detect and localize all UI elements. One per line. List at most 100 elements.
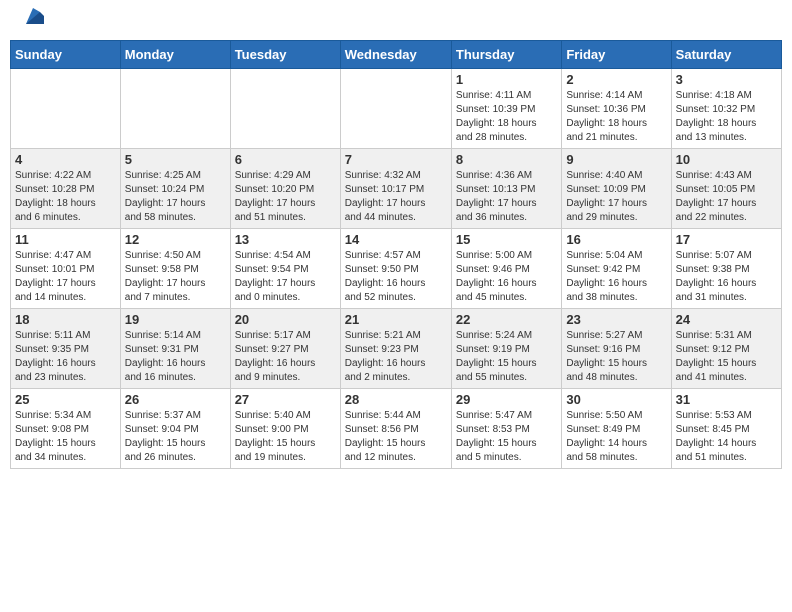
day-number: 18 (15, 312, 116, 327)
calendar-cell: 3Sunrise: 4:18 AM Sunset: 10:32 PM Dayli… (671, 69, 781, 149)
calendar-cell: 5 Sunrise: 4:25 AM Sunset: 10:24 PM Dayli… (120, 149, 230, 229)
day-number: 23 (566, 312, 666, 327)
day-info: Sunrise: 4:14 AM Sunset: 10:36 PM Daylig… (566, 89, 666, 145)
day-header-friday: Friday (562, 41, 671, 69)
day-number: 20 (235, 312, 336, 327)
calendar-cell: 18 Sunrise: 5:11 AM Sunset: 9:35 PM Dayli… (11, 309, 121, 389)
day-info: Sunrise: 5:37 AM Sunset: 9:04 PM Dayligh… (125, 409, 226, 465)
day-info: Sunrise: 5:34 AM Sunset: 9:08 PM Dayligh… (15, 409, 116, 465)
calendar-cell: 4Sunrise: 4:22 AM Sunset: 10:28 PM Dayli… (11, 149, 121, 229)
calendar-cell: 11 Sunrise: 4:47 AM Sunset: 10:01 PM Dayl… (11, 229, 121, 309)
day-header-wednesday: Wednesday (340, 41, 451, 69)
day-number: 26 (125, 392, 226, 407)
calendar-cell: 12 Sunrise: 4:50 AM Sunset: 9:58 PM Dayli… (120, 229, 230, 309)
day-info: Sunrise: 4:43 AM Sunset: 10:05 PM Daylig… (676, 169, 777, 225)
day-info: Sunrise: 4:18 AM Sunset: 10:32 PM Daylig… (676, 89, 777, 145)
day-info: Sunrise: 4:47 AM Sunset: 10:01 PM Daylig… (15, 249, 116, 305)
logo (18, 14, 44, 28)
calendar-cell (230, 69, 340, 149)
week-row-2: 4Sunrise: 4:22 AM Sunset: 10:28 PM Dayli… (11, 149, 782, 229)
day-info: Sunrise: 5:11 AM Sunset: 9:35 PM Dayligh… (15, 329, 116, 385)
day-info: Sunrise: 5:04 AM Sunset: 9:42 PM Dayligh… (566, 249, 666, 305)
day-info: Sunrise: 5:50 AM Sunset: 8:49 PM Dayligh… (566, 409, 666, 465)
day-number: 8 (456, 152, 557, 167)
calendar-cell: 2 Sunrise: 4:14 AM Sunset: 10:36 PM Dayli… (562, 69, 671, 149)
calendar-cell: 26 Sunrise: 5:37 AM Sunset: 9:04 PM Dayli… (120, 389, 230, 469)
day-number: 16 (566, 232, 666, 247)
calendar-cell: 28Sunrise: 5:44 AM Sunset: 8:56 PM Dayli… (340, 389, 451, 469)
calendar-cell: 30 Sunrise: 5:50 AM Sunset: 8:49 PM Dayli… (562, 389, 671, 469)
calendar-cell: 8 Sunrise: 4:36 AM Sunset: 10:13 PM Dayli… (451, 149, 561, 229)
day-info: Sunrise: 4:57 AM Sunset: 9:50 PM Dayligh… (345, 249, 447, 305)
day-info: Sunrise: 4:29 AM Sunset: 10:20 PM Daylig… (235, 169, 336, 225)
calendar-cell: 25 Sunrise: 5:34 AM Sunset: 9:08 PM Dayli… (11, 389, 121, 469)
calendar-cell: 16 Sunrise: 5:04 AM Sunset: 9:42 PM Dayli… (562, 229, 671, 309)
week-row-1: 1Sunrise: 4:11 AM Sunset: 10:39 PM Dayli… (11, 69, 782, 149)
calendar-cell (340, 69, 451, 149)
day-number: 15 (456, 232, 557, 247)
day-number: 24 (676, 312, 777, 327)
calendar-cell: 31 Sunrise: 5:53 AM Sunset: 8:45 PM Dayli… (671, 389, 781, 469)
day-number: 19 (125, 312, 226, 327)
logo-icon (22, 6, 44, 28)
calendar-cell: 27 Sunrise: 5:40 AM Sunset: 9:00 PM Dayli… (230, 389, 340, 469)
calendar-cell: 10 Sunrise: 4:43 AM Sunset: 10:05 PM Dayl… (671, 149, 781, 229)
calendar-cell: 15 Sunrise: 5:00 AM Sunset: 9:46 PM Dayli… (451, 229, 561, 309)
day-info: Sunrise: 5:21 AM Sunset: 9:23 PM Dayligh… (345, 329, 447, 385)
day-number: 25 (15, 392, 116, 407)
calendar-cell: 19Sunrise: 5:14 AM Sunset: 9:31 PM Dayli… (120, 309, 230, 389)
day-number: 10 (676, 152, 777, 167)
day-number: 1 (456, 72, 557, 87)
day-info: Sunrise: 5:47 AM Sunset: 8:53 PM Dayligh… (456, 409, 557, 465)
calendar: SundayMondayTuesdayWednesdayThursdayFrid… (10, 40, 782, 469)
day-number: 27 (235, 392, 336, 407)
day-number: 4 (15, 152, 116, 167)
day-number: 6 (235, 152, 336, 167)
day-number: 13 (235, 232, 336, 247)
day-info: Sunrise: 5:53 AM Sunset: 8:45 PM Dayligh… (676, 409, 777, 465)
header (10, 10, 782, 32)
calendar-cell: 23 Sunrise: 5:27 AM Sunset: 9:16 PM Dayli… (562, 309, 671, 389)
day-number: 30 (566, 392, 666, 407)
calendar-cell (120, 69, 230, 149)
day-number: 7 (345, 152, 447, 167)
day-number: 2 (566, 72, 666, 87)
week-row-3: 11 Sunrise: 4:47 AM Sunset: 10:01 PM Dayl… (11, 229, 782, 309)
calendar-cell: 1Sunrise: 4:11 AM Sunset: 10:39 PM Dayli… (451, 69, 561, 149)
day-info: Sunrise: 5:31 AM Sunset: 9:12 PM Dayligh… (676, 329, 777, 385)
day-info: Sunrise: 5:07 AM Sunset: 9:38 PM Dayligh… (676, 249, 777, 305)
day-info: Sunrise: 4:36 AM Sunset: 10:13 PM Daylig… (456, 169, 557, 225)
calendar-cell: 7Sunrise: 4:32 AM Sunset: 10:17 PM Dayli… (340, 149, 451, 229)
day-info: Sunrise: 4:25 AM Sunset: 10:24 PM Daylig… (125, 169, 226, 225)
day-number: 31 (676, 392, 777, 407)
day-info: Sunrise: 4:54 AM Sunset: 9:54 PM Dayligh… (235, 249, 336, 305)
week-row-5: 25 Sunrise: 5:34 AM Sunset: 9:08 PM Dayli… (11, 389, 782, 469)
day-number: 17 (676, 232, 777, 247)
day-header-saturday: Saturday (671, 41, 781, 69)
day-info: Sunrise: 5:27 AM Sunset: 9:16 PM Dayligh… (566, 329, 666, 385)
day-info: Sunrise: 5:40 AM Sunset: 9:00 PM Dayligh… (235, 409, 336, 465)
day-number: 14 (345, 232, 447, 247)
day-header-tuesday: Tuesday (230, 41, 340, 69)
day-header-thursday: Thursday (451, 41, 561, 69)
day-number: 9 (566, 152, 666, 167)
calendar-cell: 20 Sunrise: 5:17 AM Sunset: 9:27 PM Dayli… (230, 309, 340, 389)
calendar-cell: 21Sunrise: 5:21 AM Sunset: 9:23 PM Dayli… (340, 309, 451, 389)
day-number: 12 (125, 232, 226, 247)
day-number: 11 (15, 232, 116, 247)
calendar-cell: 17 Sunrise: 5:07 AM Sunset: 9:38 PM Dayli… (671, 229, 781, 309)
days-of-week-row: SundayMondayTuesdayWednesdayThursdayFrid… (11, 41, 782, 69)
calendar-cell: 14 Sunrise: 4:57 AM Sunset: 9:50 PM Dayli… (340, 229, 451, 309)
day-number: 22 (456, 312, 557, 327)
day-info: Sunrise: 5:00 AM Sunset: 9:46 PM Dayligh… (456, 249, 557, 305)
day-info: Sunrise: 4:40 AM Sunset: 10:09 PM Daylig… (566, 169, 666, 225)
calendar-body: 1Sunrise: 4:11 AM Sunset: 10:39 PM Dayli… (11, 69, 782, 469)
day-info: Sunrise: 4:50 AM Sunset: 9:58 PM Dayligh… (125, 249, 226, 305)
calendar-cell (11, 69, 121, 149)
week-row-4: 18 Sunrise: 5:11 AM Sunset: 9:35 PM Dayli… (11, 309, 782, 389)
day-number: 29 (456, 392, 557, 407)
day-info: Sunrise: 5:17 AM Sunset: 9:27 PM Dayligh… (235, 329, 336, 385)
calendar-cell: 13 Sunrise: 4:54 AM Sunset: 9:54 PM Dayli… (230, 229, 340, 309)
calendar-cell: 6 Sunrise: 4:29 AM Sunset: 10:20 PM Dayli… (230, 149, 340, 229)
day-number: 5 (125, 152, 226, 167)
